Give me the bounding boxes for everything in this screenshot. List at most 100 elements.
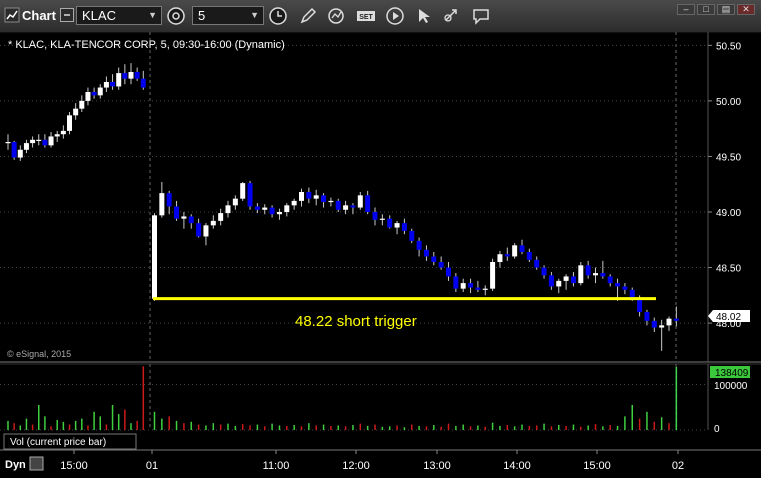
lock-icon[interactable]: [29, 456, 44, 471]
time-template-icon[interactable]: [166, 6, 186, 26]
candle-body: [30, 139, 36, 144]
chart-area[interactable]: 48.22 short trigger * KLAC, KLA-TENCOR C…: [0, 32, 761, 478]
clock-icon[interactable]: [268, 6, 288, 26]
watermark: © eSignal, 2015: [7, 349, 71, 359]
chevron-down-icon[interactable]: ▼: [148, 7, 157, 24]
minimize-button[interactable]: –: [677, 4, 695, 15]
volume-bar: [99, 416, 101, 430]
volume-bar: [506, 424, 509, 430]
volume-bars: [7, 366, 678, 430]
candle-body: [60, 130, 66, 135]
interval-value: 5: [198, 8, 206, 23]
volume-bar: [352, 424, 354, 430]
interval-input[interactable]: 5 ▼: [192, 6, 264, 25]
candle-body: [166, 193, 172, 207]
restore-button[interactable]: ▤: [717, 4, 735, 15]
refresh-icon[interactable]: [326, 6, 346, 26]
link-icon[interactable]: [60, 8, 74, 22]
close-button[interactable]: ✕: [737, 4, 755, 15]
play-icon[interactable]: [385, 6, 405, 26]
candle-body: [23, 143, 29, 150]
price-tick-label: 50.50: [716, 41, 741, 52]
volume-bar: [7, 420, 9, 430]
volume-bar: [403, 427, 406, 430]
svg-text:SET: SET: [359, 14, 373, 21]
candle-body: [48, 136, 54, 146]
volume-bar: [638, 418, 641, 430]
volume-bar: [300, 426, 303, 430]
volume-bar: [315, 425, 317, 430]
symbol-input[interactable]: KLAC ▼: [76, 6, 162, 25]
candle-body: [73, 108, 79, 116]
volume-bar: [205, 425, 207, 430]
candle-body: [490, 262, 496, 289]
candle-body: [254, 206, 260, 210]
candle-body: [54, 134, 60, 137]
time-tick-label: 02: [672, 460, 684, 472]
time-axis[interactable]: 15:00 01 11:00 12:00 13:00 14:00 15:00 02: [60, 450, 684, 472]
chart-title: * KLAC, KLA-TENCOR CORP, 5, 09:30-16:00 …: [8, 39, 285, 51]
volume-bar: [19, 425, 22, 430]
candle-body: [416, 240, 422, 250]
candle-body: [321, 195, 327, 202]
volume-bar: [440, 426, 442, 430]
candle-body: [526, 252, 532, 260]
volume-bar: [175, 420, 178, 430]
maximize-button[interactable]: □: [697, 4, 715, 15]
volume-bar: [161, 418, 163, 430]
candle-body: [174, 206, 180, 219]
candle-body: [134, 72, 140, 79]
volume-bar: [411, 424, 413, 430]
time-tick-label: 01: [146, 460, 158, 472]
candle-body: [247, 183, 253, 207]
dyn-label[interactable]: Dyn: [5, 459, 26, 471]
volume-tick: 100000: [714, 381, 748, 392]
price-tick-label: 49.00: [716, 208, 741, 219]
volume-bar: [565, 425, 567, 430]
chevron-down-icon[interactable]: ▼: [250, 7, 259, 24]
candle-body: [666, 318, 672, 326]
candle-body: [42, 139, 48, 146]
volume-bar: [153, 411, 156, 430]
candle-body: [159, 193, 165, 216]
candle-body: [556, 280, 562, 287]
pencil-icon[interactable]: [298, 6, 318, 26]
volume-bar: [602, 426, 604, 430]
volume-bar: [668, 423, 670, 430]
volume-bar: [660, 417, 663, 430]
volume-bar: [631, 404, 633, 430]
candle-body: [140, 78, 146, 88]
candle-body: [299, 192, 304, 201]
candle-body: [519, 245, 525, 252]
comment-icon[interactable]: [471, 6, 491, 26]
candle-body: [644, 312, 650, 321]
candle-body: [67, 115, 72, 131]
cursor-icon[interactable]: [414, 6, 434, 26]
candle-body: [593, 273, 598, 276]
crosshair-icon[interactable]: [442, 6, 462, 26]
candle-body: [97, 87, 103, 96]
candle-body: [453, 276, 459, 289]
candle-body: [512, 245, 518, 257]
volume-bar: [646, 411, 648, 430]
trigger-group: 48.22 short trigger: [153, 297, 656, 330]
candle-body: [460, 283, 466, 289]
volume-bar: [25, 418, 28, 430]
volume-bar: [433, 424, 435, 430]
candle-body: [438, 262, 444, 268]
candle-body: [103, 82, 109, 88]
volume-bar: [271, 423, 273, 430]
volume-bar: [491, 422, 494, 430]
candle-body: [122, 73, 128, 79]
candle-body: [357, 195, 363, 208]
candle-body: [284, 205, 290, 212]
volume-bar: [56, 419, 58, 430]
time-tick-label: 14:00: [503, 460, 531, 472]
volume-bar: [81, 418, 83, 430]
candle-body: [269, 207, 275, 215]
candle-body: [225, 205, 231, 214]
volume-bar: [455, 425, 457, 430]
candle-body: [210, 220, 216, 226]
studies-icon[interactable]: SET: [355, 6, 377, 26]
volume-bar: [264, 426, 266, 430]
